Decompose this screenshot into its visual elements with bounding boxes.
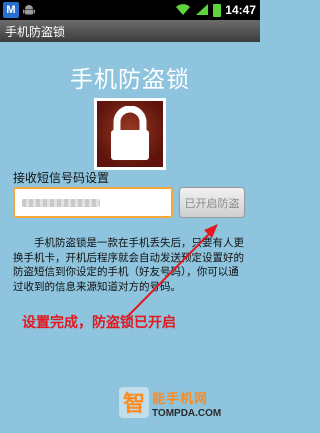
notification-area: M	[0, 2, 36, 18]
watermark-url: TOMPDA.COM	[152, 408, 222, 419]
phone-number-input[interactable]	[13, 187, 173, 218]
site-watermark: 智 能手机网 TOMPDA.COM	[118, 384, 221, 420]
watermark-site-name: 能手机网	[152, 392, 209, 407]
blurred-phone-number	[22, 198, 100, 207]
annotation-text: 设置完成，防盗锁已开启	[22, 315, 176, 331]
system-status-area: 14:47	[175, 1, 260, 20]
security-app-notification-icon: M	[3, 2, 19, 18]
watermark-logo-char: 智	[123, 391, 145, 417]
window-title-bar: 手机防盗锁	[0, 20, 260, 42]
lock-tile	[94, 98, 166, 170]
wifi-icon	[175, 1, 191, 20]
watermark-logo-icon: 智	[119, 387, 149, 418]
window-title: 手机防盗锁	[5, 24, 66, 39]
battery-icon	[213, 3, 222, 17]
anti-theft-enabled-button[interactable]: 已开启防盗	[179, 187, 245, 218]
signal-strength-icon	[195, 1, 209, 20]
phone-number-setting-label: 接收短信号码设置	[13, 171, 110, 185]
status-time: 14:47	[225, 3, 256, 17]
status-bar: M 14:47	[0, 0, 260, 20]
app-description: 手机防盗锁是一款在手机丢失后，只要有人更换手机卡，开机后程序就会自动发送预定设置…	[13, 237, 244, 293]
android-usb-icon	[22, 3, 36, 17]
padlock-icon	[111, 106, 149, 160]
page-title: 手机防盗锁	[70, 67, 190, 93]
